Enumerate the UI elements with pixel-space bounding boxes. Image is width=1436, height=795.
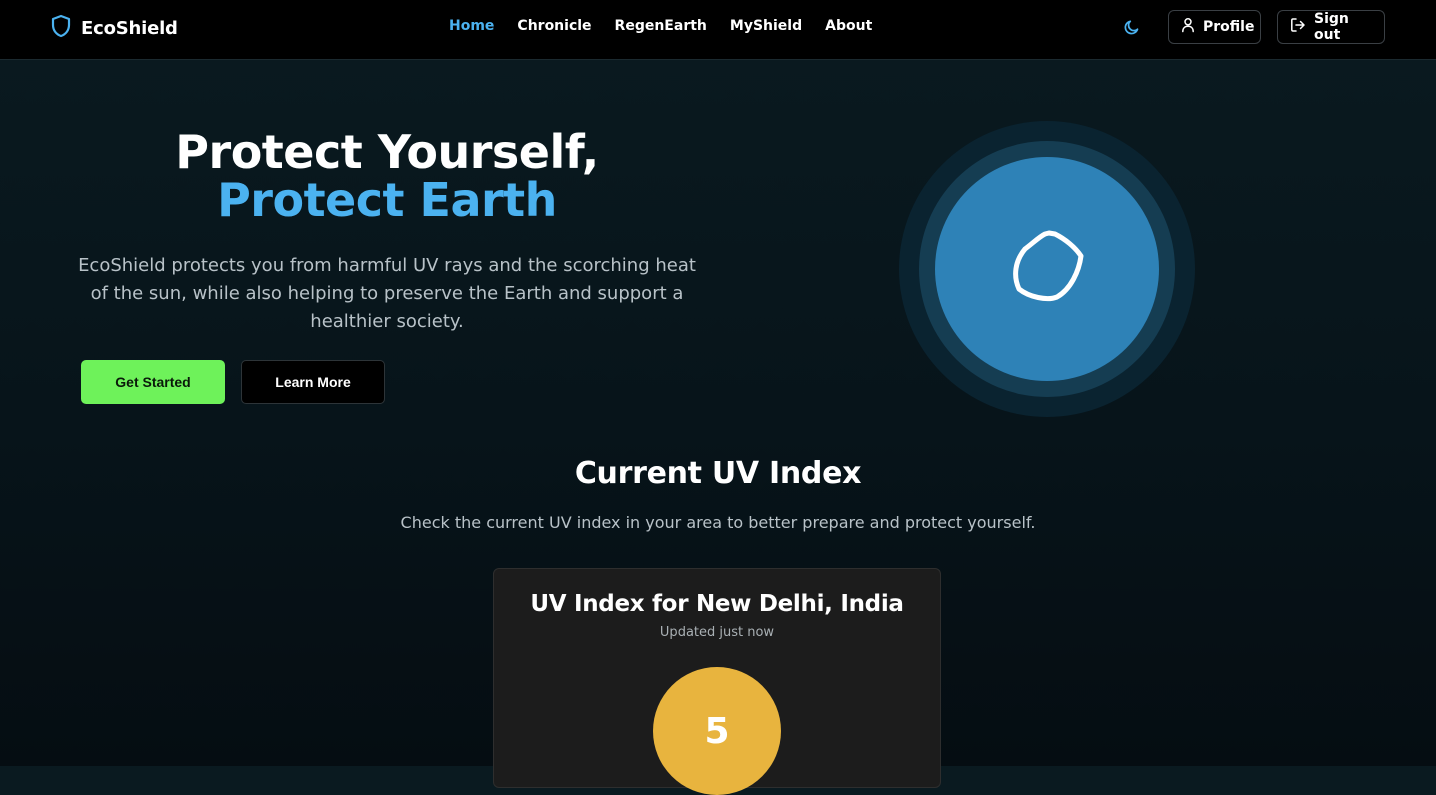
brand-logo[interactable]: EcoShield (50, 14, 178, 42)
nav-links: Home Chronicle RegenEarth MyShield About (449, 18, 872, 34)
profile-label: Profile (1203, 19, 1255, 35)
uv-section-subheading: Check the current UV index in your area … (400, 513, 1036, 532)
nav-regenearth[interactable]: RegenEarth (615, 18, 707, 34)
uv-section-heading: Current UV Index (574, 456, 862, 491)
uv-index-card: UV Index for New Delhi, India Updated ju… (493, 568, 941, 795)
get-started-button[interactable]: Get Started (81, 360, 225, 404)
sign-out-button[interactable]: Sign out (1277, 10, 1385, 44)
nav-myshield[interactable]: MyShield (730, 18, 802, 34)
hero-title-line1: Protect Yourself, (175, 125, 599, 179)
moon-icon[interactable] (1122, 17, 1142, 37)
nav-chronicle[interactable]: Chronicle (517, 18, 591, 34)
hero-description: EcoShield protects you from harmful UV r… (78, 255, 696, 332)
hero-title-line2: Protect Earth (217, 173, 557, 227)
nav-about[interactable]: About (825, 18, 872, 34)
hero-title: Protect Yourself, Protect Earth (80, 128, 694, 224)
brand-name: EcoShield (81, 17, 178, 39)
sign-out-label: Sign out (1314, 11, 1349, 43)
log-out-icon (1290, 17, 1306, 37)
hero-emblem (899, 121, 1195, 417)
nav-home[interactable]: Home (449, 18, 494, 34)
uv-card-title: UV Index for New Delhi, India (530, 591, 904, 617)
user-icon (1181, 17, 1195, 37)
uv-card-updated: Updated just now (659, 625, 775, 640)
shield-icon (50, 14, 72, 42)
top-navbar: EcoShield Home Chronicle RegenEarth MySh… (0, 0, 1436, 60)
profile-button[interactable]: Profile (1168, 10, 1261, 44)
learn-more-button[interactable]: Learn More (241, 360, 385, 404)
uv-index-value: 5 (653, 667, 781, 795)
